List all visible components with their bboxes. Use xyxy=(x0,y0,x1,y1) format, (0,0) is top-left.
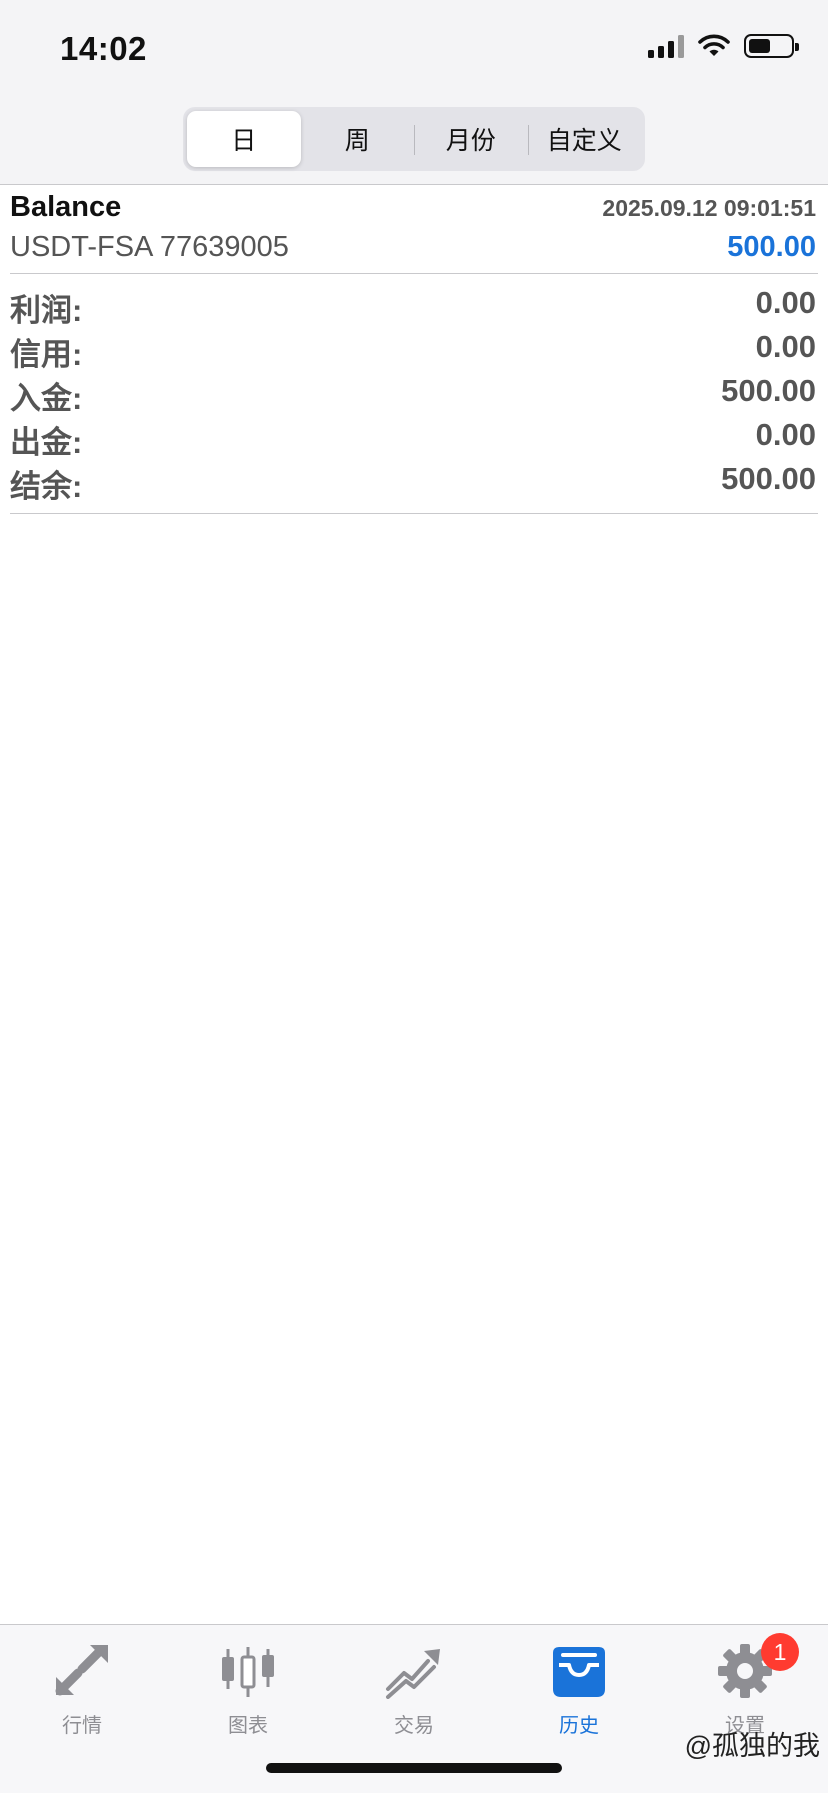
record-datetime: 2025.09.12 09:01:51 xyxy=(602,195,816,221)
wifi-icon xyxy=(698,34,730,56)
summary-value: 0.00 xyxy=(755,285,816,320)
summary-value: 0.00 xyxy=(755,329,816,364)
summary-value: 0.00 xyxy=(755,417,816,452)
summary-row-credit: 信用: 0.00 xyxy=(10,325,818,372)
tab-label: 交易 xyxy=(394,1715,434,1737)
tab-quotes[interactable]: 行情 xyxy=(22,1637,142,1737)
quotes-arrows-icon xyxy=(55,1645,108,1696)
summary-value: 500.00 xyxy=(721,461,816,496)
tab-chart[interactable]: 图表 xyxy=(188,1637,308,1737)
battery-icon xyxy=(744,34,799,58)
tab-label: 行情 xyxy=(62,1715,102,1737)
record-account: USDT-FSA 77639005 xyxy=(10,231,289,263)
segment-custom[interactable]: 自定义 xyxy=(527,111,642,167)
summary-label: 信用: xyxy=(10,337,83,372)
status-icons xyxy=(648,34,799,58)
tab-trade[interactable]: 交易 xyxy=(354,1637,474,1737)
record-amount: 500.00 xyxy=(727,231,816,263)
summary-row-withdrawal: 出金: 0.00 xyxy=(10,413,818,460)
home-indicator[interactable] xyxy=(266,1763,562,1773)
summary-label: 利润: xyxy=(10,293,83,328)
tab-history[interactable]: 历史 xyxy=(519,1637,639,1737)
tab-label: 历史 xyxy=(559,1715,599,1737)
summary-label: 结余: xyxy=(10,469,83,504)
status-time: 14:02 xyxy=(60,30,147,67)
tab-settings[interactable]: 1 设置 xyxy=(685,1633,805,1737)
segment-week[interactable]: 周 xyxy=(301,111,415,167)
history-tray-icon xyxy=(553,1647,605,1697)
record-type: Balance xyxy=(10,191,122,223)
summary-row-profit: 利润: 0.00 xyxy=(10,281,818,328)
summary-label: 入金: xyxy=(10,381,83,416)
balance-record[interactable]: Balance 2025.09.12 09:01:51 USDT-FSA 776… xyxy=(10,185,818,274)
summary-row-deposit: 入金: 500.00 xyxy=(10,369,818,416)
candlestick-chart-icon xyxy=(222,1647,274,1697)
notification-badge: 1 xyxy=(761,1633,799,1671)
segment-day[interactable]: 日 xyxy=(187,111,301,167)
summary-label: 出金: xyxy=(10,425,83,460)
top-area: 14:02 日 周 月份 自定义 xyxy=(0,0,828,185)
tab-label: 图表 xyxy=(228,1715,268,1737)
cellular-signal-icon xyxy=(648,34,684,58)
summary-panel: 利润: 0.00 信用: 0.00 入金: 500.00 出金: 0.00 结余… xyxy=(10,281,818,514)
watermark: @孤独的我 xyxy=(684,1731,820,1761)
summary-value: 500.00 xyxy=(721,373,816,408)
period-segmented-control: 日 周 月份 自定义 xyxy=(183,107,645,171)
segment-month[interactable]: 月份 xyxy=(414,111,528,167)
trade-trend-icon xyxy=(386,1649,440,1699)
summary-row-balance: 结余: 500.00 xyxy=(10,457,818,504)
